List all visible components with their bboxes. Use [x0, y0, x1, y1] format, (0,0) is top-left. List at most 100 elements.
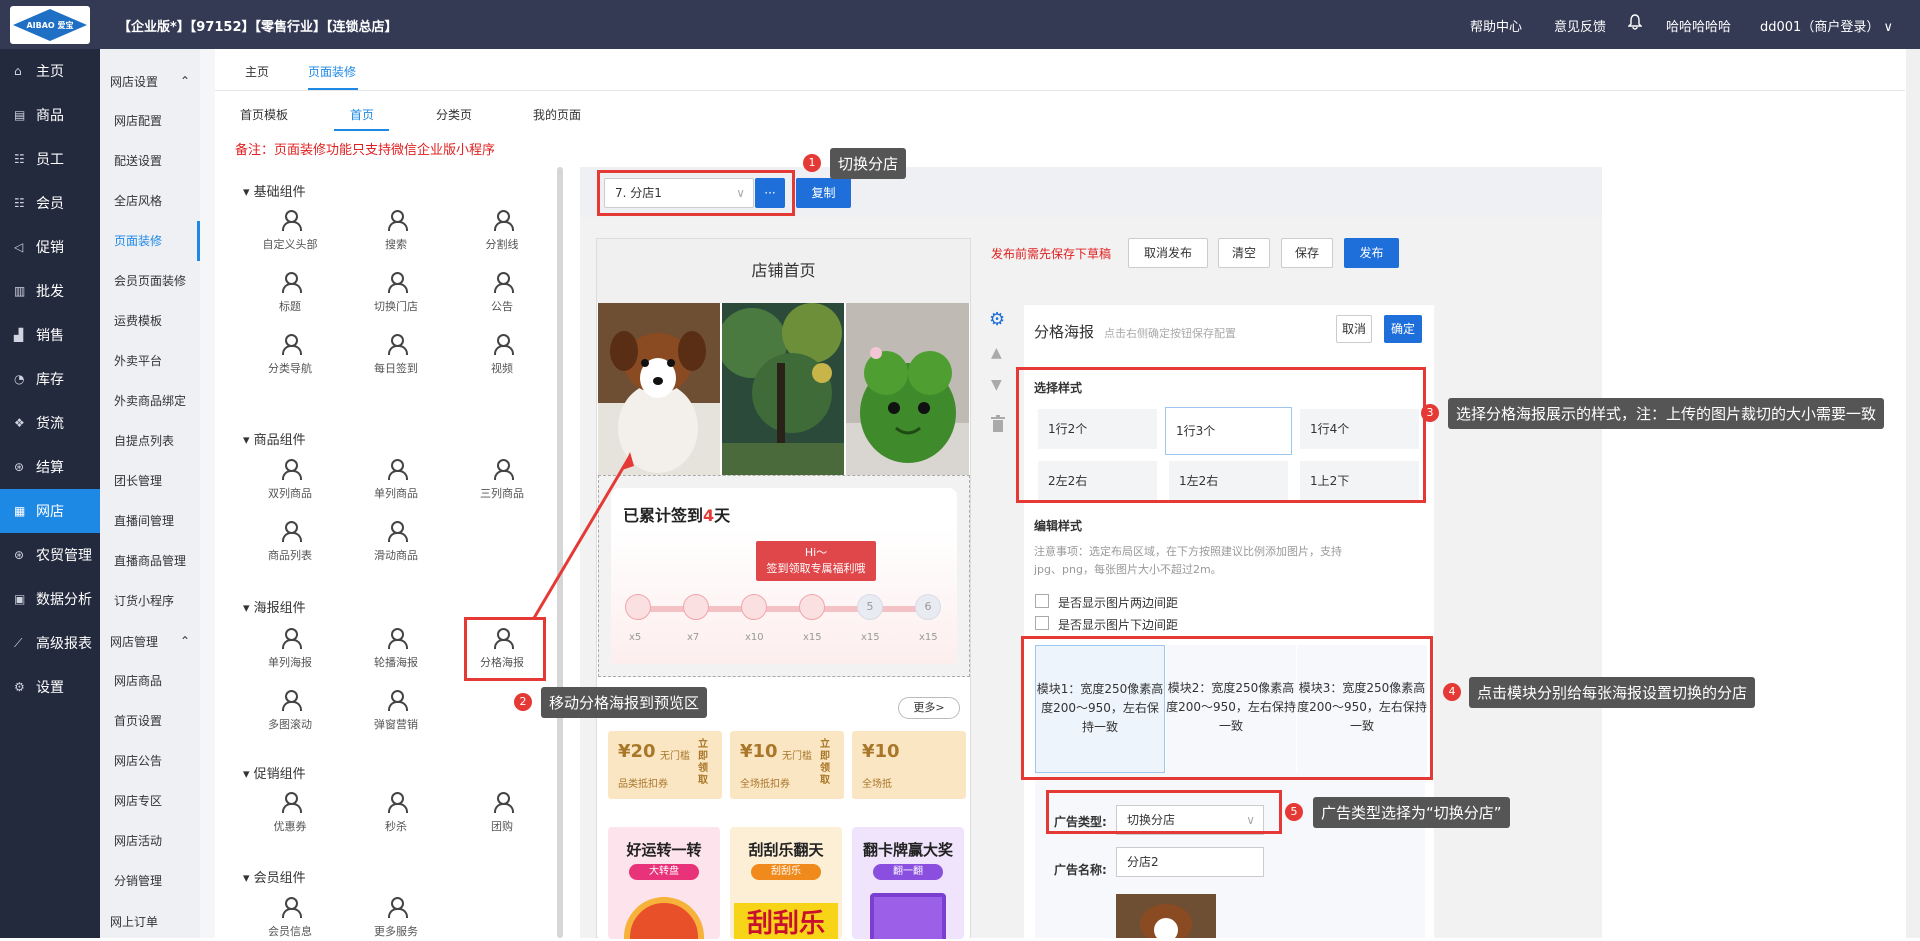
- subnav-item[interactable]: 直播间管理: [100, 501, 200, 541]
- ad-image-thumbnail[interactable]: [1116, 894, 1216, 938]
- subnav-item[interactable]: 网店配置: [100, 101, 200, 141]
- coupon-card[interactable]: ¥10 无门槛 全场抵扣券 立即领取: [730, 731, 844, 799]
- editor-cancel-button[interactable]: 取消: [1336, 315, 1372, 343]
- save-button[interactable]: 保存: [1281, 238, 1333, 268]
- category-poster[interactable]: ▾ 海报组件: [243, 597, 306, 616]
- component-search[interactable]: 搜索: [351, 210, 441, 252]
- subnav-group-shop-settings[interactable]: 网店设置 ⌃: [100, 61, 200, 101]
- copy-button[interactable]: 复制: [796, 178, 851, 208]
- feedback-link[interactable]: 意见反馈: [1554, 16, 1606, 35]
- gear-icon[interactable]: ⚙: [989, 309, 1005, 330]
- component-title[interactable]: 标题: [245, 272, 335, 314]
- subnav-item[interactable]: 配送设置: [100, 141, 200, 181]
- component-more-services[interactable]: 更多服务: [351, 897, 441, 939]
- checkbox-bottom-spacing[interactable]: [1035, 616, 1049, 630]
- component-carousel-poster[interactable]: 轮播海报: [351, 628, 441, 670]
- nav-item-stock[interactable]: ◔ 库存: [0, 357, 100, 401]
- checkbox-side-spacing[interactable]: [1035, 594, 1049, 608]
- category-basic[interactable]: ▾ 基础组件: [243, 181, 306, 200]
- component-slide-goods[interactable]: 滑动商品: [351, 521, 441, 563]
- move-up-icon[interactable]: ▲: [991, 345, 1002, 361]
- poster-image-toy[interactable]: [846, 303, 969, 475]
- component-category-nav[interactable]: 分类导航: [245, 334, 335, 376]
- component-group-buy[interactable]: 团购: [457, 792, 547, 834]
- coupon-card[interactable]: ¥10 全场抵: [852, 731, 966, 799]
- subnav-item[interactable]: 网店活动: [100, 821, 200, 861]
- tab-page-decor[interactable]: 页面装修: [308, 63, 356, 80]
- editor-ok-button[interactable]: 确定: [1384, 315, 1422, 343]
- category-promo[interactable]: ▾ 促销组件: [243, 763, 306, 782]
- component-divider[interactable]: 分割线: [457, 210, 547, 252]
- unpublish-button[interactable]: 取消发布: [1128, 238, 1208, 268]
- ad-name-input[interactable]: 分店2: [1116, 847, 1264, 877]
- subnav-item[interactable]: 直播商品管理: [100, 541, 200, 581]
- publish-button[interactable]: 发布: [1344, 238, 1399, 268]
- subnav-item[interactable]: 订货小程序: [100, 581, 200, 621]
- coupon-card[interactable]: ¥20 无门槛 品类抵扣券 立即领取: [608, 731, 722, 799]
- component-single-goods[interactable]: 单列商品: [351, 459, 441, 501]
- nav-item-home[interactable]: ⌂ 主页: [0, 49, 100, 93]
- nav-item-settle[interactable]: ⊛ 结算: [0, 445, 100, 489]
- component-notice[interactable]: 公告: [457, 272, 547, 314]
- nav-item-shop[interactable]: ▦ 网店: [0, 489, 100, 533]
- poster-image-forest[interactable]: [722, 303, 844, 475]
- subnav-item[interactable]: 运费模板: [100, 301, 200, 341]
- more-coupons-button[interactable]: 更多>: [898, 697, 960, 719]
- clear-button[interactable]: 清空: [1218, 238, 1270, 268]
- game-card[interactable]: 翻卡牌赢大奖 翻一翻: [852, 827, 964, 939]
- page-scrollbar[interactable]: [1906, 49, 1920, 938]
- subnav-group-shop-manage[interactable]: 网店管理 ⌃: [100, 621, 200, 661]
- category-goods[interactable]: ▾ 商品组件: [243, 429, 306, 448]
- nav-item-sales[interactable]: ▟ 销售: [0, 313, 100, 357]
- tab-home[interactable]: 主页: [245, 63, 269, 80]
- nav-item-goods[interactable]: ▤ 商品: [0, 93, 100, 137]
- nav-item-data[interactable]: ▣ 数据分析: [0, 577, 100, 621]
- component-double-goods[interactable]: 双列商品: [245, 459, 335, 501]
- help-center-link[interactable]: 帮助中心: [1470, 16, 1522, 35]
- component-custom-header[interactable]: 自定义头部: [245, 210, 335, 252]
- component-video[interactable]: 视频: [457, 334, 547, 376]
- game-card[interactable]: 好运转一转 大转盘: [608, 827, 720, 939]
- component-switch-store[interactable]: 切换门店: [351, 272, 441, 314]
- subnav-item[interactable]: 网店商品: [100, 661, 200, 701]
- subnav-item[interactable]: 网店专区: [100, 781, 200, 821]
- subnav-item[interactable]: 网店公告: [100, 741, 200, 781]
- subnav-item[interactable]: 会员页面装修: [100, 261, 200, 301]
- component-member-info[interactable]: 会员信息: [245, 897, 335, 939]
- subnav-item-page-decor[interactable]: 页面装修: [100, 221, 200, 261]
- nav-item-farm[interactable]: ⊛ 农贸管理: [0, 533, 100, 577]
- subnav-item[interactable]: 外卖商品绑定: [100, 381, 200, 421]
- component-daily-checkin[interactable]: 每日签到: [351, 334, 441, 376]
- subtab-template[interactable]: 首页模板: [240, 106, 288, 123]
- bell-icon[interactable]: [1627, 14, 1643, 34]
- subnav-item[interactable]: 外卖平台: [100, 341, 200, 381]
- trash-icon[interactable]: [990, 415, 1006, 436]
- subtab-mine[interactable]: 我的页面: [533, 106, 581, 123]
- move-down-icon[interactable]: ▼: [991, 377, 1002, 393]
- nav-item-member[interactable]: ☷ 会员: [0, 181, 100, 225]
- nav-item-staff[interactable]: ☷ 员工: [0, 137, 100, 181]
- subnav-item[interactable]: 首页设置: [100, 701, 200, 741]
- component-coupon[interactable]: 优惠券: [245, 792, 335, 834]
- component-popup-marketing[interactable]: 弹窗营销: [351, 690, 441, 732]
- subnav-item[interactable]: 全店风格: [100, 181, 200, 221]
- component-goods-list[interactable]: 商品列表: [245, 521, 335, 563]
- nav-item-settings[interactable]: ⚙ 设置: [0, 665, 100, 709]
- nav-item-flow[interactable]: ❖ 货流: [0, 401, 100, 445]
- component-multi-scroll[interactable]: 多图滚动: [245, 690, 335, 732]
- subtab-home[interactable]: 首页: [350, 106, 374, 123]
- game-card[interactable]: 刮刮乐翻天 刮刮乐 刮刮乐: [730, 827, 842, 939]
- nav-item-wholesale[interactable]: ▥ 批发: [0, 269, 100, 313]
- user-name[interactable]: 哈哈哈哈哈: [1666, 16, 1731, 35]
- checkin-section[interactable]: 已累计签到4天 Hi～ 签到领取专属福利哦 x5 x7 x10 x15 5 x15 6 x15: [598, 475, 970, 677]
- component-single-poster[interactable]: 单列海报: [245, 628, 335, 670]
- nav-item-promo[interactable]: ◁ 促销: [0, 225, 100, 269]
- component-flash-sale[interactable]: 秒杀: [351, 792, 441, 834]
- nav-item-report[interactable]: ⟋ 高级报表: [0, 621, 100, 665]
- subtab-category[interactable]: 分类页: [436, 106, 472, 123]
- subnav-group-online-orders[interactable]: 网上订单: [100, 901, 200, 941]
- category-member[interactable]: ▾ 会员组件: [243, 867, 306, 886]
- subnav-item[interactable]: 团长管理: [100, 461, 200, 501]
- brand-logo[interactable]: AIBAO 爱宝: [10, 6, 90, 44]
- account-menu[interactable]: dd001（商户登录） ∨: [1760, 16, 1893, 35]
